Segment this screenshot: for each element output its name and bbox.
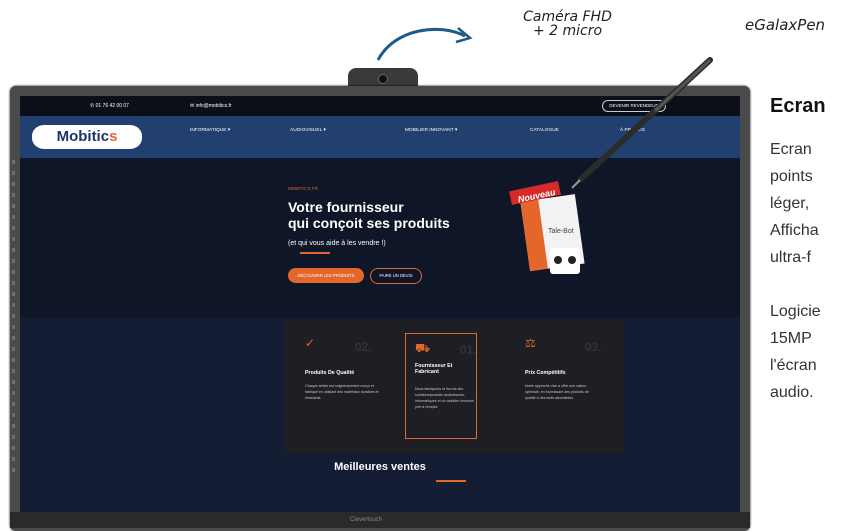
nav-audiovisuel[interactable]: AUDIOVISUEL ▾ [290, 128, 326, 133]
product-description: Ecran Ecran points léger, Afficha ultra-… [770, 95, 845, 406]
desc-line: Afficha [770, 222, 819, 239]
nav-catalogue[interactable]: CATALOGUE [530, 128, 559, 133]
email-link[interactable]: ✉ info@mobitics.fr [190, 103, 232, 109]
desc-line: l'écran [770, 357, 817, 374]
handtruck-icon: ⛟ [415, 341, 431, 355]
bezel-buttons [12, 160, 16, 480]
check-icon: ✓ [305, 336, 316, 350]
quote-button[interactable]: FAIRE UN DEVIS [370, 268, 422, 284]
desc-line: Logicie [770, 303, 821, 320]
phone-number[interactable]: ✆ 01 76 42 00 07 [90, 103, 129, 109]
price-hand-icon: ⚖ [525, 336, 536, 350]
camera-callout: Caméra FHD + 2 micro [523, 9, 612, 39]
desc-line: ultra-f [770, 249, 811, 266]
stylus-pen-icon [571, 57, 713, 189]
hero-eyebrow: MOBITIC'S.FR [288, 186, 318, 191]
desc-line: Ecran [770, 141, 812, 158]
camera-lens-icon [378, 74, 388, 84]
hero-title: Votre fournisseur qui conçoit ses produit… [288, 199, 450, 231]
hero-rule [300, 252, 330, 254]
desc-line: audio. [770, 384, 814, 401]
product-heading: Ecran [770, 95, 826, 117]
arrow-icon [376, 27, 473, 61]
nav-informatique[interactable]: INFORMATIQUE ▾ [190, 128, 230, 133]
camera-module [348, 68, 418, 88]
discover-products-button[interactable]: DÉCOUVRIR LES PRODUITS [288, 268, 364, 283]
brand-label: Clevertouch [350, 517, 383, 523]
nav-mobilier[interactable]: MOBILIER INNOVANT ▾ [405, 128, 457, 133]
product-name: Tale-Bot [548, 228, 574, 235]
pen-callout: eGalaxPen [745, 16, 826, 34]
desc-line: points [770, 168, 813, 185]
mobitics-logo[interactable]: Mobitics [32, 125, 142, 149]
hero-subtitle: (et qui vous aide à les vendre !) [288, 240, 386, 247]
desc-line: léger, [770, 195, 810, 212]
best-sellers-heading: Meilleures ventes [334, 461, 426, 473]
desc-line: 15MP [770, 330, 812, 347]
best-sellers-rule [436, 480, 466, 482]
desc-spacer [770, 271, 845, 298]
